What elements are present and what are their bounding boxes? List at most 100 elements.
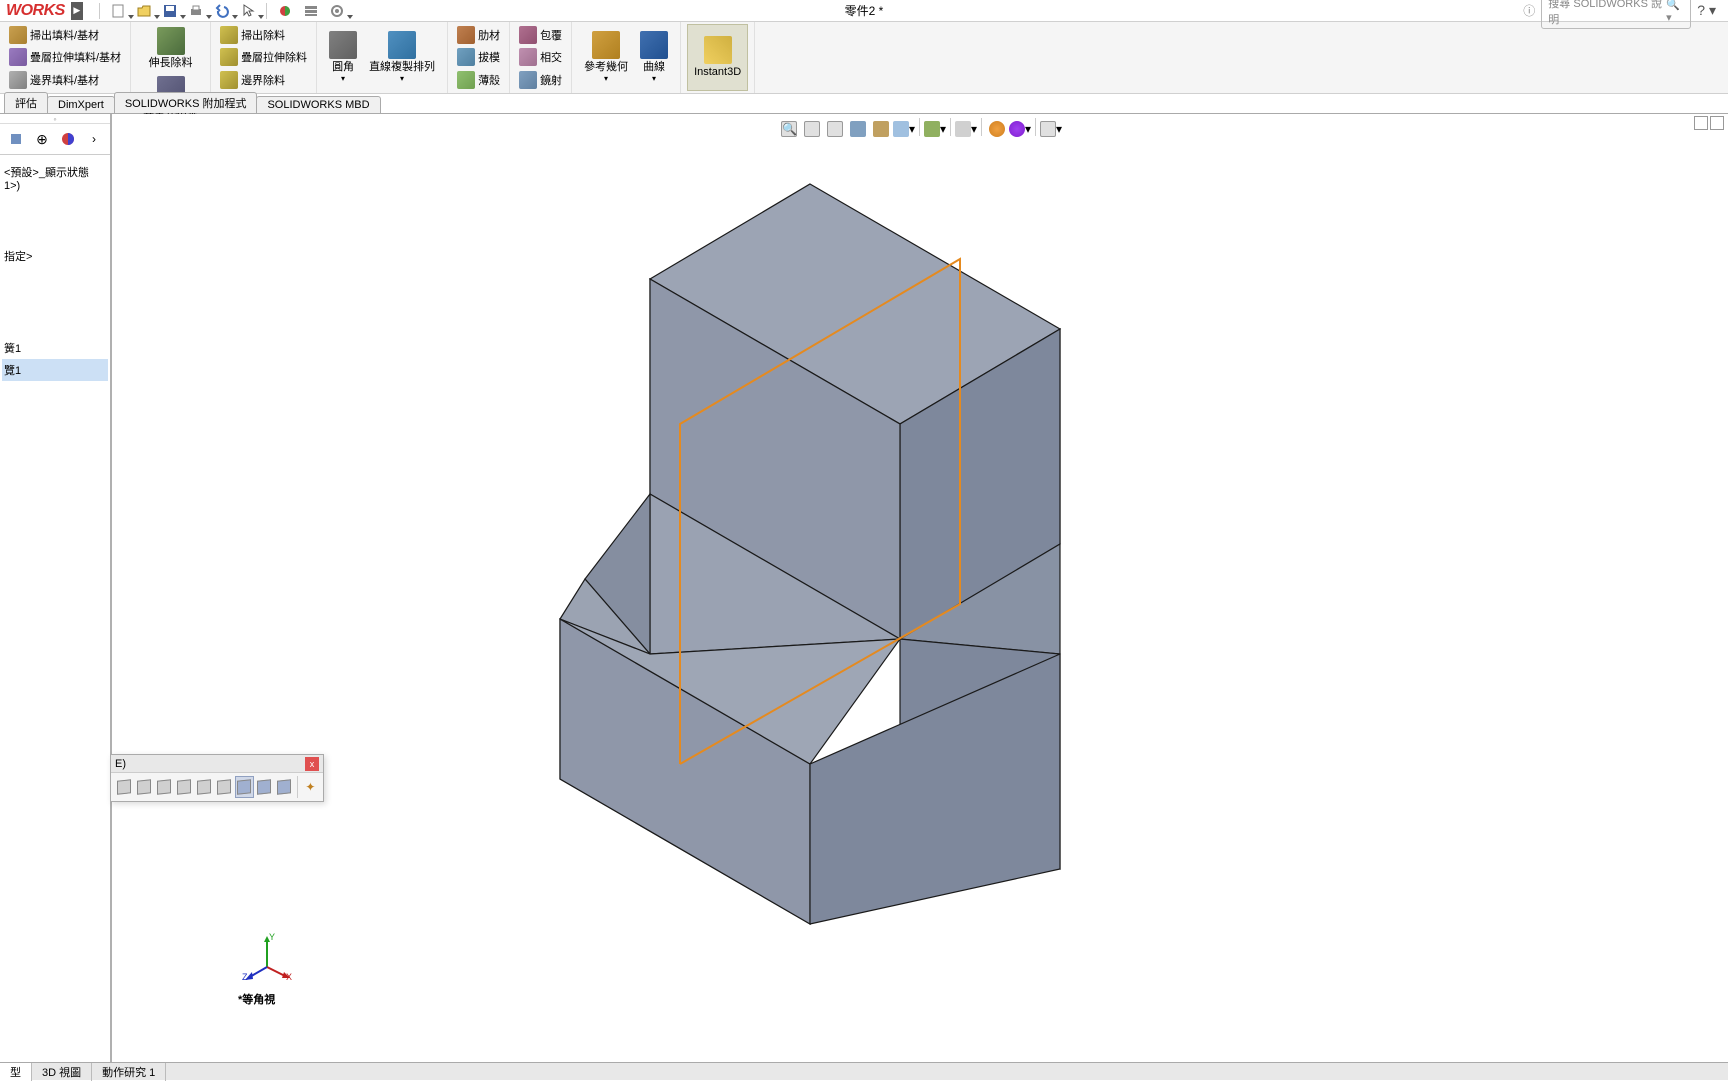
- ribbon-group-cut: 伸長除料 異型孔精靈 旋轉除料: [131, 22, 211, 93]
- orient-front[interactable]: [114, 776, 133, 798]
- select-button[interactable]: [236, 1, 260, 21]
- orient-normal-to[interactable]: ✦: [301, 776, 320, 798]
- tab-3d-view[interactable]: 3D 視圖: [32, 1063, 92, 1081]
- orientation-toolbar: E) x ✦: [110, 754, 324, 802]
- panel-tab-more[interactable]: ›: [83, 128, 105, 150]
- bottom-tabs: 型 3D 視圖 動作研究 1: [0, 1062, 1728, 1080]
- open-button[interactable]: [132, 1, 156, 21]
- ref-geom-button[interactable]: 參考幾何▾: [578, 24, 634, 91]
- curves-button[interactable]: 曲線▾: [634, 24, 674, 91]
- instant3d-button[interactable]: Instant3D: [687, 24, 748, 91]
- feature-tree: <預設>_顯示狀態 1>) 指定> 簧1 覽1: [0, 155, 110, 387]
- ribbon-group-fillet: 圓角▾ 直線複製排列▾: [317, 22, 448, 93]
- panel-tab-config[interactable]: ⊕: [31, 128, 53, 150]
- new-button[interactable]: [106, 1, 130, 21]
- edit-appearance-button[interactable]: ▾: [955, 118, 977, 140]
- app-logo: WORKS: [0, 2, 71, 20]
- orient-trimetric[interactable]: [275, 776, 294, 798]
- svg-text:Z: Z: [242, 972, 248, 982]
- wrap-button[interactable]: 包覆: [516, 25, 565, 45]
- ribbon-group-wrap: 包覆 相交 鏡射: [510, 22, 572, 93]
- ribbon: 掃出填料/基材 疊層拉伸填料/基材 邊界填料/基材 伸長除料 異型孔精靈 旋轉除…: [0, 22, 1728, 94]
- orient-iso[interactable]: [235, 776, 254, 798]
- quick-access-toolbar: [95, 1, 349, 21]
- document-title: 零件2 *: [845, 2, 884, 19]
- orient-back[interactable]: [134, 776, 153, 798]
- mirror-button[interactable]: 鏡射: [516, 70, 565, 90]
- orient-right[interactable]: [174, 776, 193, 798]
- swept-cut-button[interactable]: 掃出除料: [217, 25, 288, 45]
- title-bar: WORKS ▶ 零件2 * ⓘ 搜尋 SOLIDWORKS 說明 🔍▾ ? ▾: [0, 0, 1728, 22]
- panel-tab-features[interactable]: [5, 128, 27, 150]
- logo-expand-icon[interactable]: ▶: [71, 2, 83, 20]
- hide-show-button[interactable]: ▾: [924, 118, 946, 140]
- tab-mbd[interactable]: SOLIDWORKS MBD: [256, 96, 380, 113]
- tab-dimxpert[interactable]: DimXpert: [47, 96, 115, 113]
- orientation-header[interactable]: E) x: [111, 755, 323, 773]
- appearance-button[interactable]: [986, 118, 1008, 140]
- tree-material[interactable]: 指定>: [2, 245, 108, 267]
- svg-text:X: X: [286, 972, 292, 982]
- help-button[interactable]: ? ▾: [1697, 2, 1716, 19]
- view-orient-button[interactable]: [870, 118, 892, 140]
- orient-left[interactable]: [154, 776, 173, 798]
- main-area: ◦ ⊕ › <預設>_顯示狀態 1>) 指定> 簧1 覽1 🔍 ▾: [0, 114, 1728, 1062]
- ribbon-group-instant3d: Instant3D: [681, 22, 755, 93]
- orient-top[interactable]: [194, 776, 213, 798]
- fillet-button[interactable]: 圓角▾: [323, 24, 363, 91]
- tab-addins[interactable]: SOLIDWORKS 附加程式: [114, 92, 258, 113]
- heads-up-toolbar: 🔍 ▾ ▾ ▾ ▾ ▾: [776, 116, 1064, 142]
- panel-pin[interactable]: ◦: [0, 114, 110, 124]
- intersect-button[interactable]: 相交: [516, 47, 565, 67]
- ribbon-group-features: 掃出填料/基材 疊層拉伸填料/基材 邊界填料/基材: [0, 22, 131, 93]
- orientation-close-button[interactable]: x: [305, 757, 319, 771]
- extruded-cut-button[interactable]: 伸長除料: [137, 24, 204, 73]
- prev-view-button[interactable]: [824, 118, 846, 140]
- view-triad[interactable]: Y X Z: [242, 932, 292, 982]
- display-style-button[interactable]: ▾: [893, 118, 915, 140]
- orient-dimetric[interactable]: [255, 776, 274, 798]
- options-button[interactable]: [299, 1, 323, 21]
- shell-button[interactable]: 薄殼: [454, 70, 503, 90]
- tree-fillet1[interactable]: 簧1: [2, 337, 108, 359]
- tab-model[interactable]: 型: [0, 1063, 32, 1081]
- scene-button[interactable]: ▾: [1009, 118, 1031, 140]
- loft-boss-button[interactable]: 疊層拉伸填料/基材: [6, 47, 124, 67]
- swept-boss-button[interactable]: 掃出填料/基材: [6, 25, 102, 45]
- feature-tree-panel: ◦ ⊕ › <預設>_顯示狀態 1>) 指定> 簧1 覽1: [0, 114, 112, 1062]
- view-settings-button[interactable]: ▾: [1040, 118, 1062, 140]
- print-button[interactable]: [184, 1, 208, 21]
- view-orientation-label: *等角視: [238, 991, 275, 1007]
- tab-motion-study[interactable]: 動作研究 1: [92, 1063, 166, 1081]
- help-icon[interactable]: ⓘ: [1523, 2, 1535, 19]
- tree-config[interactable]: <預設>_顯示狀態 1>): [2, 161, 108, 195]
- loft-cut-button[interactable]: 疊層拉伸除料: [217, 47, 310, 67]
- task-pane-icons: [1694, 116, 1724, 130]
- zoom-area-button[interactable]: [801, 118, 823, 140]
- linear-pattern-button[interactable]: 直線複製排列▾: [363, 24, 441, 91]
- boundary-boss-button[interactable]: 邊界填料/基材: [6, 70, 102, 90]
- model-3d-view: [530, 164, 1180, 944]
- settings-button[interactable]: [325, 1, 349, 21]
- boundary-cut-button[interactable]: 邊界除料: [217, 70, 288, 90]
- panel-tab-display[interactable]: [57, 128, 79, 150]
- task-icon-2[interactable]: [1710, 116, 1724, 130]
- search-area: ⓘ 搜尋 SOLIDWORKS 說明 🔍▾ ? ▾: [1523, 0, 1728, 29]
- zoom-fit-button[interactable]: 🔍: [778, 118, 800, 140]
- save-button[interactable]: [158, 1, 182, 21]
- search-input[interactable]: 搜尋 SOLIDWORKS 說明 🔍▾: [1541, 0, 1691, 29]
- orient-bottom[interactable]: [215, 776, 234, 798]
- svg-text:Y: Y: [269, 932, 275, 942]
- ribbon-group-ref: 參考幾何▾ 曲線▾: [572, 22, 681, 93]
- draft-button[interactable]: 拔模: [454, 47, 503, 67]
- section-view-button[interactable]: [847, 118, 869, 140]
- tree-item-selected[interactable]: 覽1: [2, 359, 108, 381]
- viewport[interactable]: 🔍 ▾ ▾ ▾ ▾ ▾: [112, 114, 1728, 1062]
- ribbon-group-cut2: 掃出除料 疊層拉伸除料 邊界除料: [211, 22, 317, 93]
- undo-button[interactable]: [210, 1, 234, 21]
- rib-button[interactable]: 肋材: [454, 25, 503, 45]
- rebuild-button[interactable]: [273, 1, 297, 21]
- task-icon-1[interactable]: [1694, 116, 1708, 130]
- tab-evaluate[interactable]: 評估: [4, 92, 48, 113]
- panel-tab-row: ⊕ ›: [0, 124, 110, 155]
